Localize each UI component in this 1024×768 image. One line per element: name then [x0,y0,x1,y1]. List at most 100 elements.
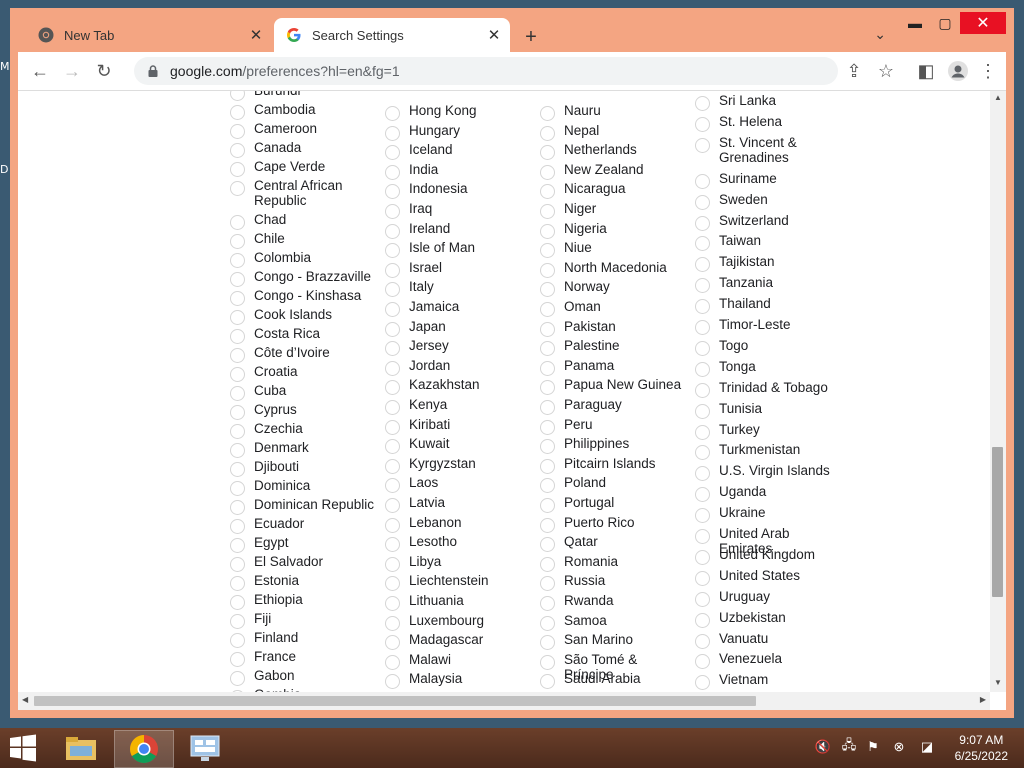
country-option[interactable]: Lebanon [385,515,531,533]
country-option[interactable]: Jordan [385,358,531,376]
country-option[interactable]: Jamaica [385,299,531,317]
radio-button[interactable] [540,596,555,611]
country-option[interactable]: Uzbekistan [695,610,841,628]
country-option[interactable]: Sweden [695,192,841,210]
country-option[interactable]: Japan [385,319,531,337]
country-option[interactable]: Papua New Guinea [540,377,686,396]
radio-button[interactable] [540,458,555,474]
side-panel-icon[interactable]: ◧ [914,59,938,83]
country-option[interactable]: Indonesia [385,181,531,200]
country-option[interactable]: Lesotho [385,534,531,553]
country-option[interactable]: Kiribati [385,417,531,435]
radio-button[interactable] [695,278,710,294]
country-option[interactable]: Vanuatu [695,631,841,649]
radio-button[interactable] [695,116,710,132]
file-explorer-icon[interactable] [52,730,110,766]
new-tab-button[interactable]: + [518,24,544,50]
system-clock[interactable]: 9:07 AM 6/25/2022 [955,732,1008,764]
country-option[interactable]: Chile [230,231,376,249]
app-icon[interactable]: ◪ [918,738,936,756]
country-option[interactable]: United States [695,568,841,586]
address-bar[interactable]: google.com/preferences?hl=en&fg=1 [134,57,838,85]
radio-button[interactable] [695,487,710,503]
radio-button[interactable] [230,91,245,101]
country-option[interactable]: San Marino [540,632,686,651]
country-option[interactable]: Poland [540,475,686,494]
country-option[interactable]: Dominica [230,478,376,496]
country-option[interactable]: Timor-Leste [695,317,841,335]
country-option[interactable]: Croatia [230,364,376,382]
radio-button[interactable] [385,380,400,396]
radio-button[interactable] [695,675,710,691]
radio-button[interactable] [540,204,555,219]
country-option[interactable]: Hungary [385,123,531,141]
radio-button[interactable] [230,124,245,139]
country-option[interactable]: Cook Islands [230,307,376,325]
radio-button[interactable] [230,538,245,553]
share-icon[interactable]: ⇪ [842,59,866,83]
radio-button[interactable] [385,262,400,278]
radio-button[interactable] [385,596,400,611]
country-option[interactable]: Niger [540,201,686,219]
radio-button[interactable] [385,302,400,317]
country-option[interactable]: Vietnam [695,672,841,691]
radio-button[interactable] [385,243,400,259]
radio-button[interactable] [540,360,555,376]
radio-button[interactable] [695,570,710,586]
radio-button[interactable] [230,481,245,496]
country-option[interactable]: Oman [540,299,686,317]
country-option[interactable]: Qatar [540,534,686,553]
country-option[interactable]: Gabon [230,668,376,686]
country-option[interactable]: Sri Lanka [695,93,841,111]
radio-button[interactable] [695,549,710,565]
country-option[interactable]: Switzerland [695,213,841,231]
country-option[interactable]: Côte d’Ivoire [230,345,376,363]
radio-button[interactable] [695,361,710,377]
radio-button[interactable] [540,302,555,317]
country-option[interactable]: Lithuania [385,593,531,611]
country-option[interactable]: Cape Verde [230,159,376,177]
country-option[interactable]: Chad [230,212,376,230]
country-option[interactable]: Niue [540,240,686,259]
radio-button[interactable] [385,106,400,121]
country-option[interactable]: Romania [540,554,686,572]
country-option[interactable]: Malaysia [385,671,531,690]
radio-button[interactable] [230,234,245,249]
country-option[interactable]: Italy [385,279,531,298]
country-option[interactable]: Israel [385,260,531,278]
horizontal-scrollbar[interactable]: ◀ ▶ [18,692,990,710]
country-option[interactable]: Colombia [230,250,376,268]
radio-button[interactable] [695,654,710,670]
radio-button[interactable] [230,614,245,629]
radio-button[interactable] [540,282,555,298]
radio-button[interactable] [230,633,245,648]
radio-button[interactable] [230,443,245,458]
country-option[interactable]: Hong Kong [385,103,531,121]
tab-new-tab[interactable]: New Tab ✕ [26,18,272,52]
country-option[interactable]: Portugal [540,495,686,513]
country-option[interactable]: Malawi [385,652,531,670]
menu-kebab-icon[interactable]: ⋮ [976,59,1000,83]
radio-button[interactable] [230,557,245,572]
country-option[interactable]: Tunisia [695,401,841,419]
vertical-scroll-thumb[interactable] [992,447,1003,597]
country-option[interactable]: Central African Republic [230,178,376,208]
radio-button[interactable] [695,173,710,189]
radio-button[interactable] [230,291,245,306]
radio-button[interactable] [230,181,245,196]
radio-button[interactable] [695,529,710,544]
radio-button[interactable] [385,615,400,631]
country-option[interactable]: Saudi Arabia [540,671,686,690]
country-option[interactable]: Libya [385,554,531,572]
country-option[interactable]: Cambodia [230,102,376,120]
radio-button[interactable] [540,635,555,651]
radio-button[interactable] [230,367,245,382]
country-option[interactable]: Cyprus [230,402,376,420]
country-option[interactable]: Congo - Brazzaville [230,269,376,287]
radio-button[interactable] [695,236,710,252]
country-option[interactable]: Tanzania [695,275,841,294]
radio-button[interactable] [540,674,555,690]
country-option[interactable]: Pakistan [540,319,686,337]
country-option[interactable]: Dominican Republic [230,497,376,515]
radio-button[interactable] [385,282,400,298]
